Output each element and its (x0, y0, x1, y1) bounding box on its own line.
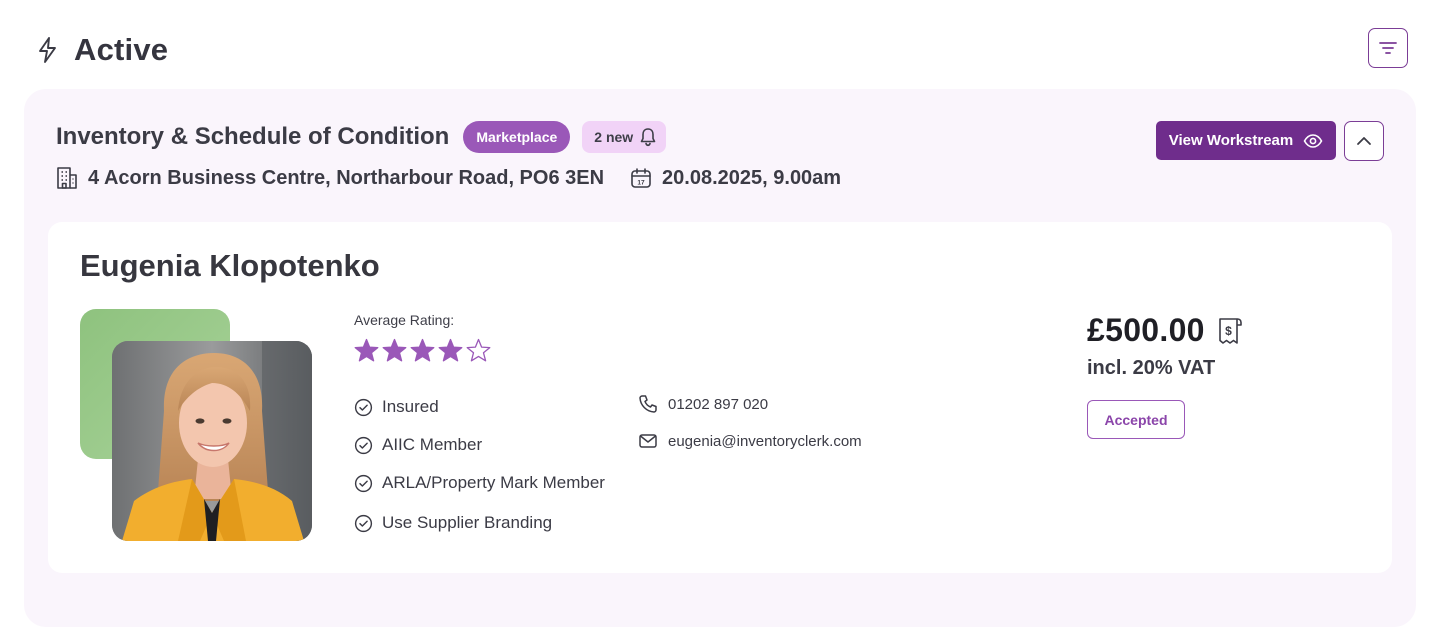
workstream-header: Inventory & Schedule of Condition Market… (56, 119, 841, 193)
workstream-title-row: Inventory & Schedule of Condition Market… (56, 119, 841, 155)
feature-arla-member: ARLA/Property Mark Member (354, 470, 605, 496)
lightning-bolt-icon (39, 37, 56, 63)
portrait-image (112, 341, 312, 541)
quote-section: £500.00 $ incl. 20% VAT Accepted (1087, 312, 1245, 439)
feature-label: Use Supplier Branding (382, 513, 553, 532)
star-filled-icon (410, 338, 435, 362)
star-filled-icon (382, 338, 407, 362)
workstream-card: Inventory & Schedule of Condition Market… (24, 89, 1416, 627)
page-title: Active (74, 32, 169, 67)
collapse-button[interactable] (1344, 121, 1384, 161)
marketplace-badge: Marketplace (463, 121, 571, 153)
supplier-contacts: 01202 897 020 eugenia@inventoryclerk.com (638, 393, 862, 467)
check-circle-icon (354, 474, 373, 492)
check-circle-icon (354, 398, 373, 416)
filter-lines-icon (1379, 42, 1397, 54)
receipt-icon: $ (1218, 317, 1242, 344)
supplier-photo (80, 309, 312, 541)
mail-icon (639, 434, 657, 448)
receipt-symbol: $ (1225, 324, 1232, 338)
rating-section: Average Rating: (354, 312, 491, 363)
feature-insured: Insured (354, 394, 605, 420)
supplier-card: Eugenia Klopotenko Average Rating: Insur… (48, 222, 1392, 573)
vat-note: incl. 20% VAT (1087, 357, 1216, 379)
supplier-phone[interactable]: 01202 897 020 (638, 393, 862, 415)
feature-label: ARLA/Property Mark Member (382, 473, 605, 492)
supplier-name: Eugenia Klopotenko (80, 248, 380, 283)
feature-supplier-branding: Use Supplier Branding (354, 510, 605, 536)
feature-aiic-member: AIIC Member (354, 432, 605, 458)
rating-label: Average Rating: (354, 312, 455, 328)
email-text: eugenia@inventoryclerk.com (668, 432, 862, 450)
datetime-text: 20.08.2025, 9.00am (662, 166, 842, 189)
workstream-title: Inventory & Schedule of Condition (56, 123, 450, 150)
calendar-icon: 17 (631, 168, 651, 188)
new-notifications-label: 2 new (594, 129, 634, 145)
supplier-email[interactable]: eugenia@inventoryclerk.com (638, 430, 862, 452)
workstream-meta: 4 Acorn Business Centre, Northarbour Roa… (56, 163, 841, 193)
address: 4 Acorn Business Centre, Northarbour Roa… (56, 166, 604, 190)
filter-button[interactable] (1368, 28, 1408, 68)
view-workstream-label: View Workstream (1168, 132, 1294, 149)
check-circle-icon (354, 514, 373, 532)
phone-text: 01202 897 020 (668, 395, 769, 413)
view-workstream-button[interactable]: View Workstream (1156, 121, 1336, 160)
bell-icon (640, 128, 656, 147)
page-header: Active (36, 28, 1408, 72)
phone-icon (639, 395, 657, 413)
appointment-datetime: 17 20.08.2025, 9.00am (630, 167, 841, 190)
star-filled-icon (438, 338, 463, 362)
eye-icon (1303, 133, 1323, 148)
calendar-day: 17 (637, 180, 645, 187)
chevron-up-icon (1357, 137, 1371, 145)
avatar (112, 341, 312, 541)
supplier-features: Insured AIIC Member ARLA/Property Mark M… (354, 394, 605, 548)
new-notifications-badge[interactable]: 2 new (582, 121, 667, 153)
price-row: £500.00 $ (1087, 312, 1245, 349)
page-title-group: Active (36, 32, 168, 68)
workstream-actions: View Workstream (1156, 121, 1384, 161)
feature-label: AIIC Member (382, 435, 483, 454)
building-icon (57, 167, 77, 189)
address-text: 4 Acorn Business Centre, Northarbour Roa… (88, 166, 605, 189)
check-circle-icon (354, 436, 373, 454)
star-rating (354, 338, 491, 363)
feature-label: Insured (382, 397, 439, 416)
star-empty-icon (466, 338, 491, 362)
status-badge: Accepted (1087, 400, 1185, 439)
quote-price: £500.00 (1087, 312, 1205, 348)
star-filled-icon (354, 338, 379, 362)
